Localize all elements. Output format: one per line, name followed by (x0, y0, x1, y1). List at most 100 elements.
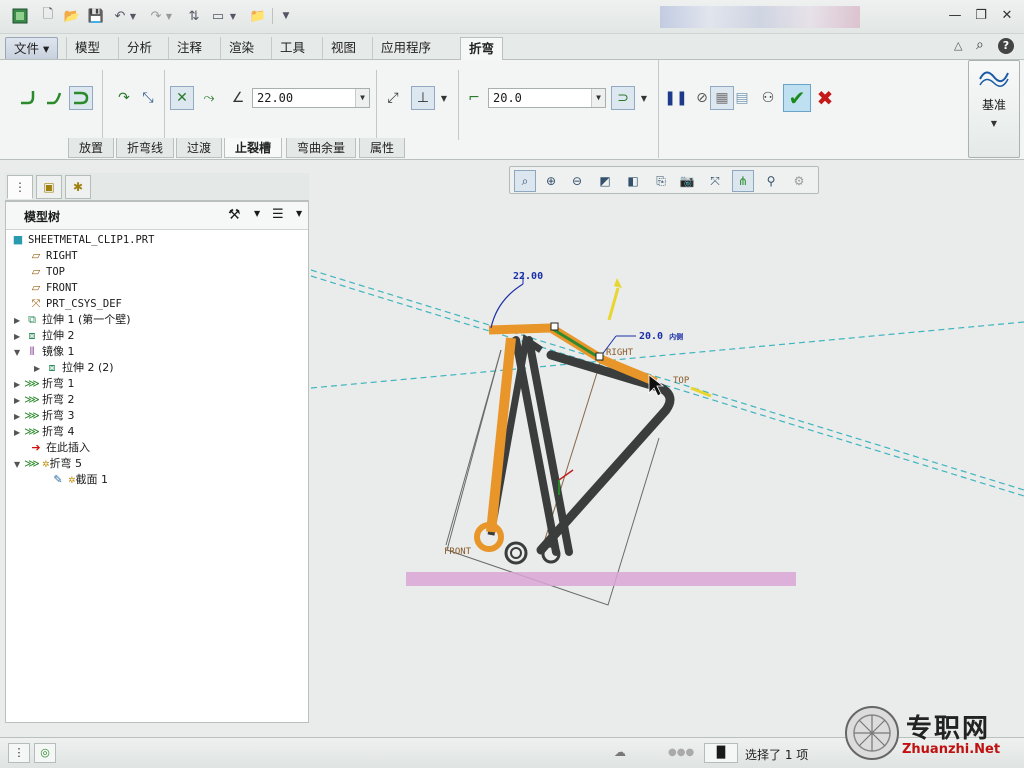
radius-dimension-label[interactable]: 20.0 内侧 (639, 331, 683, 342)
bend-to-end-icon[interactable] (16, 86, 40, 110)
verify-icon[interactable]: ▤ (730, 86, 754, 110)
collapse-ribbon-icon[interactable]: △ (954, 39, 962, 52)
tree-item-bend-2[interactable]: ▶ ⋙ 折弯 2 (14, 392, 75, 408)
subtab-relief[interactable]: 止裂槽 (224, 138, 283, 158)
repaint-icon[interactable]: ◩ (594, 170, 616, 192)
bend-angle-icon[interactable] (42, 86, 66, 110)
tab-render[interactable]: 渲染 (220, 37, 262, 59)
expand-icon[interactable]: ▶ (14, 393, 24, 409)
windows-dropdown-icon[interactable]: ▼ (228, 6, 238, 26)
tab-applications[interactable]: 应用程序 (372, 37, 439, 59)
tab-file[interactable]: 文件 ▾ (5, 37, 59, 59)
tree-item-extrude-2[interactable]: ▶ ⧈ 拉伸 2 (14, 328, 75, 344)
tree-item-bend-3[interactable]: ▶ ⋙ 折弯 3 (14, 408, 75, 424)
view-manager-icon[interactable]: 📷 (676, 170, 698, 192)
display-style-icon[interactable]: ◧ (622, 170, 644, 192)
model-tree-tab-icon[interactable]: ⋮ (7, 175, 33, 199)
tree-item-csys[interactable]: ⤧ PRT_CSYS_DEF (28, 296, 122, 312)
graphics-viewport[interactable]: 22.00 20.0 内侧 RIGHT TOP FRONT (311, 160, 1024, 737)
tab-tools[interactable]: 工具 (271, 37, 313, 59)
app-logo-icon[interactable] (10, 6, 30, 26)
appearance-icon[interactable]: ⚙ (788, 170, 810, 192)
tree-show-icon[interactable]: ☰ (272, 207, 284, 222)
radius-side-dropdown-icon[interactable]: ▼ (637, 86, 651, 110)
tree-item-extrude-1[interactable]: ▶ ⧉ 拉伸 1 (第一个壁) (14, 312, 131, 328)
spin-center-icon[interactable]: ⚲ (760, 170, 782, 192)
expand-icon[interactable]: ▶ (14, 425, 24, 441)
datum-group[interactable]: 基准 ▼ (968, 60, 1020, 158)
tree-item-bend-4[interactable]: ▶ ⋙ 折弯 4 (14, 424, 75, 440)
tab-model[interactable]: 模型 (66, 37, 108, 59)
undo-dropdown-icon[interactable]: ▼ (128, 6, 138, 26)
bend-roll-icon[interactable] (69, 86, 93, 110)
restore-icon[interactable]: ❐ (970, 6, 992, 26)
tree-item-mirror-1[interactable]: ▼ ⫴ 镜像 1 (14, 344, 75, 360)
expand-icon[interactable]: ▶ (14, 409, 24, 425)
subtab-bend-line[interactable]: 折弯线 (116, 138, 175, 158)
tree-settings-dropdown-icon[interactable]: ▼ (254, 209, 260, 218)
drag-handle[interactable] (595, 352, 604, 361)
save-icon[interactable]: 💾 (86, 6, 106, 26)
favorites-tab-icon[interactable]: ✱ (65, 175, 91, 199)
collapse-icon[interactable]: ▼ (14, 457, 24, 473)
windows-icon[interactable]: ▭ (208, 6, 228, 26)
close-window-icon[interactable]: 📁 (248, 6, 268, 26)
tree-item-bend-5[interactable]: ▼ ⋙ ✲折弯 5 (14, 456, 82, 472)
subtab-properties[interactable]: 属性 (359, 138, 406, 158)
drag-handle[interactable] (550, 322, 559, 331)
zoom-out-icon[interactable]: ⊖ (566, 170, 588, 192)
expand-icon[interactable]: ▶ (14, 313, 24, 329)
fixed-side-icon[interactable]: ⤡ (136, 86, 160, 110)
measure-angle-icon[interactable]: ⊥ (411, 86, 435, 110)
subtab-bend-allowance[interactable]: 弯曲余量 (286, 138, 357, 158)
tree-settings-icon[interactable]: ⚒ (228, 207, 241, 223)
tree-item-insert-here[interactable]: ➔ 在此插入 (28, 440, 90, 456)
radius-value-field[interactable]: 20.0 ▼ (488, 88, 606, 108)
tab-analysis[interactable]: 分析 (118, 37, 160, 59)
subtab-placement[interactable]: 放置 (68, 138, 115, 158)
undo-icon[interactable]: ↶ (110, 6, 130, 26)
refit-icon[interactable]: ⌕ (514, 170, 536, 192)
show-browser-icon[interactable]: ◎ (34, 743, 56, 763)
inner-radius-icon[interactable]: ⊃ (611, 86, 635, 110)
tab-view[interactable]: 视图 (322, 37, 364, 59)
smart-filter-icon[interactable]: ▐▌ (704, 743, 738, 763)
help-icon[interactable]: ? (998, 38, 1014, 54)
angle-dropdown-icon[interactable]: ▼ (355, 89, 369, 107)
collapse-icon[interactable]: ▼ (14, 345, 24, 361)
datum-dropdown-icon[interactable]: ▼ (969, 119, 1019, 128)
bend-swap-icon[interactable]: ⤳ (197, 86, 221, 110)
expand-icon[interactable]: ▶ (14, 377, 24, 393)
tab-bend[interactable]: 折弯 (460, 37, 504, 61)
flip-angle-icon[interactable]: ⤢ (381, 86, 405, 110)
new-file-icon[interactable]: 🗋 (38, 6, 58, 26)
redo-icon[interactable]: ↷ (146, 6, 166, 26)
subtab-transition[interactable]: 过渡 (176, 138, 223, 158)
glasses-icon[interactable]: ⚇ (756, 86, 780, 110)
tree-item-right[interactable]: ▱ RIGHT (28, 248, 78, 264)
radius-dropdown-icon[interactable]: ▼ (591, 89, 605, 107)
flip-direction-icon[interactable]: ↷ (112, 86, 136, 110)
tree-item-part[interactable]: ■ SHEETMETAL_CLIP1.PRT (10, 232, 155, 248)
show-navigator-icon[interactable]: ⋮ (8, 743, 30, 763)
angle-dimension-label[interactable]: 22.00 (513, 271, 543, 282)
expand-icon[interactable]: ▶ (34, 361, 44, 377)
customize-toolbar-icon[interactable]: ▼ (276, 6, 296, 26)
redo-dropdown-icon[interactable]: ▼ (164, 6, 174, 26)
zoom-in-icon[interactable]: ⊕ (540, 170, 562, 192)
regenerate-icon[interactable]: ⇅ (184, 6, 204, 26)
bend-line-icon[interactable]: ✕ (170, 86, 194, 110)
tree-item-section-1[interactable]: ✎ ✲截面 1 (50, 472, 108, 488)
tree-item-extrude-2-copy[interactable]: ▶ ⧈ 拉伸 2 (2) (34, 360, 114, 376)
angle-value-field[interactable]: 22.00 ▼ (252, 88, 370, 108)
minimize-icon[interactable]: — (944, 6, 966, 26)
annotation-display-icon[interactable]: ⋔ (732, 170, 754, 192)
search-icon[interactable]: ⌕ (976, 37, 984, 53)
tree-item-top[interactable]: ▱ TOP (28, 264, 65, 280)
datum-display-icon[interactable]: ⤧ (704, 170, 726, 192)
tree-show-dropdown-icon[interactable]: ▼ (296, 209, 302, 218)
tree-item-bend-1[interactable]: ▶ ⋙ 折弯 1 (14, 376, 75, 392)
measure-angle-dropdown-icon[interactable]: ▼ (437, 86, 451, 110)
tab-annotate[interactable]: 注释 (168, 37, 210, 59)
cancel-x-icon[interactable]: ✖ (813, 86, 837, 110)
